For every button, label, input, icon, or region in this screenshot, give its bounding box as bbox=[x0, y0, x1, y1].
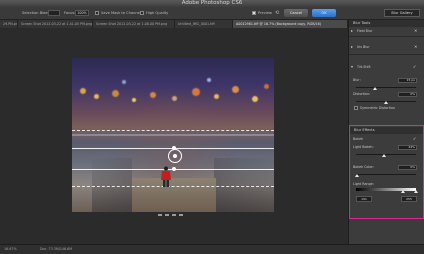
divider bbox=[349, 54, 424, 55]
bokeh-light bbox=[232, 86, 239, 93]
light-range-max-knob[interactable] bbox=[414, 190, 418, 193]
panel-title: Blur Tools bbox=[349, 20, 424, 27]
save-mask-label: Save Mask to Channels bbox=[101, 11, 143, 15]
zoom-level[interactable]: 16.67% bbox=[4, 244, 17, 254]
iris-blur-label[interactable]: Iris Blur bbox=[357, 44, 370, 50]
photo-canvas[interactable] bbox=[72, 58, 274, 212]
expand-triangle-icon[interactable]: ▾ bbox=[351, 64, 353, 70]
focus-field[interactable]: 100% bbox=[75, 10, 89, 16]
preview-checkbox[interactable] bbox=[252, 11, 256, 15]
ok-button[interactable]: OK bbox=[312, 9, 336, 17]
reset-pin-icon[interactable]: ⟲ bbox=[275, 10, 280, 16]
bridge-girder-left bbox=[92, 158, 132, 212]
bokeh-color-slider[interactable] bbox=[356, 174, 416, 175]
light-range-min-knob[interactable] bbox=[401, 190, 405, 193]
bokeh-light bbox=[207, 78, 211, 82]
checkmark-icon[interactable]: ✓ bbox=[413, 136, 416, 142]
divider bbox=[349, 36, 424, 37]
window-title: Adobe Photoshop CS6 bbox=[181, 0, 243, 6]
symmetric-distortion-checkbox[interactable] bbox=[354, 106, 358, 110]
walkway bbox=[132, 178, 216, 212]
distortion-label: Distortion: bbox=[353, 92, 371, 96]
high-quality-checkbox[interactable] bbox=[140, 11, 144, 15]
checkmark-icon[interactable]: ✓ bbox=[413, 64, 416, 70]
save-mask-checkbox[interactable] bbox=[95, 11, 99, 15]
bokeh-label: Bokeh bbox=[353, 137, 364, 141]
field-blur-label[interactable]: Field Blur bbox=[357, 28, 372, 34]
tilt-shift-outer-line-bottom[interactable] bbox=[72, 186, 274, 187]
person-icon bbox=[161, 166, 171, 187]
tilt-shift-label[interactable]: Tilt-Shift bbox=[357, 64, 371, 70]
bokeh-light bbox=[132, 98, 136, 102]
preview-label: Preview bbox=[258, 11, 272, 15]
light-range-min-field[interactable]: 191 bbox=[356, 196, 372, 202]
document-tab[interactable]: Untitled_IMG_0001.tiff bbox=[175, 20, 233, 28]
light-bokeh-slider-knob[interactable] bbox=[382, 154, 386, 157]
focus-pin-center-icon[interactable] bbox=[173, 154, 177, 158]
cancel-button[interactable]: Cancel bbox=[284, 9, 308, 17]
document-tab[interactable]: Screen Shot 2012-03-22 at 1.41.05 PM.png bbox=[18, 20, 93, 28]
light-bokeh-slider[interactable] bbox=[356, 154, 416, 155]
bokeh-light bbox=[264, 84, 269, 89]
selection-bleed-field[interactable] bbox=[48, 10, 60, 16]
bokeh-color-label: Bokeh Color: bbox=[353, 165, 374, 169]
document-tab[interactable]: 29.PN.png bbox=[0, 20, 18, 28]
blur-slider-knob[interactable] bbox=[373, 87, 377, 90]
bokeh-light bbox=[80, 88, 86, 94]
blur-slider[interactable] bbox=[356, 87, 416, 88]
bokeh-color-field[interactable]: 0% bbox=[398, 165, 417, 170]
bokeh-color-slider-knob[interactable] bbox=[355, 174, 359, 177]
document-tab-active[interactable]: A0012981.tiff @ 16.7% (Background copy, … bbox=[233, 20, 348, 28]
doc-size: Doc: 73.3M/146.6M bbox=[40, 247, 73, 251]
blur-effects-title: Blur Effects bbox=[350, 127, 423, 134]
blur-field[interactable]: 15 px bbox=[398, 78, 417, 83]
close-icon[interactable]: ✕ bbox=[414, 28, 417, 34]
collapse-triangle-icon[interactable]: ▸ bbox=[351, 28, 353, 34]
document-tab[interactable]: Screen Shot 2012-03-22 at 1.08.00 PM.png bbox=[93, 20, 175, 28]
blur-label: Blur: bbox=[353, 78, 361, 82]
bridge-girder-right bbox=[214, 158, 274, 212]
close-icon[interactable]: ✕ bbox=[414, 44, 417, 50]
light-range-max-field[interactable]: 255 bbox=[401, 196, 417, 202]
rotate-handle-icon[interactable] bbox=[172, 167, 176, 171]
distortion-slider-knob[interactable] bbox=[384, 101, 388, 104]
light-bokeh-label: Light Bokeh: bbox=[353, 145, 374, 149]
bokeh-light bbox=[150, 92, 156, 98]
bokeh-light bbox=[252, 96, 258, 102]
symmetric-distortion-label: Symmetric Distortion bbox=[360, 106, 396, 110]
bokeh-light bbox=[172, 96, 177, 101]
bokeh-light bbox=[192, 88, 200, 96]
light-bokeh-field[interactable]: 44% bbox=[398, 145, 417, 150]
bokeh-light bbox=[122, 80, 126, 84]
selection-bleed-label: Selection Bleed: bbox=[22, 11, 52, 15]
bokeh-light bbox=[94, 94, 99, 99]
progress-dots bbox=[158, 214, 183, 216]
bokeh-light bbox=[112, 90, 119, 97]
bridge-rail bbox=[72, 134, 274, 136]
bokeh-light bbox=[214, 94, 219, 99]
focus-label: Focus: bbox=[64, 11, 76, 15]
workspace-select[interactable]: Blur Gallery bbox=[384, 9, 420, 17]
distortion-field[interactable]: 0% bbox=[398, 92, 417, 97]
tilt-shift-outer-line-top[interactable] bbox=[72, 130, 274, 131]
light-range-gradient bbox=[356, 188, 416, 191]
collapse-triangle-icon[interactable]: ▸ bbox=[351, 44, 353, 50]
light-range-label: Light Range: bbox=[353, 182, 374, 186]
high-quality-label: High Quality bbox=[146, 11, 169, 15]
